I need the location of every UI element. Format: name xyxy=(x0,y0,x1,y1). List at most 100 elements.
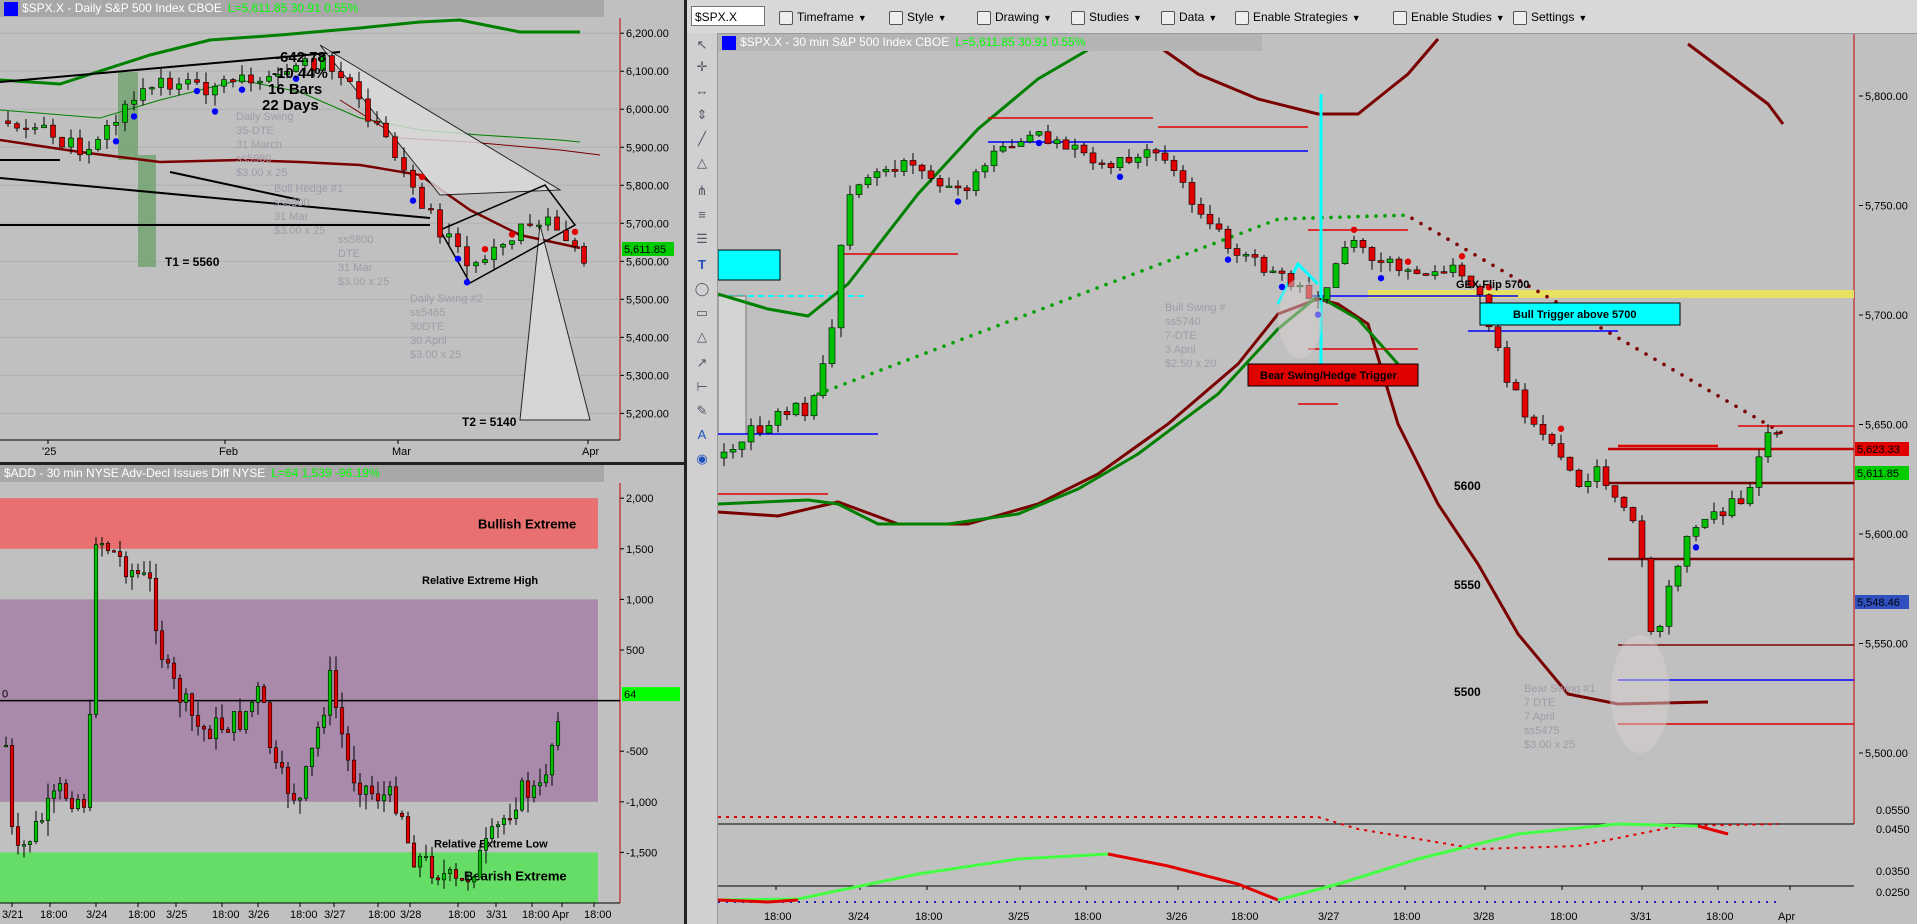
candle-body xyxy=(1584,481,1592,487)
candle-body xyxy=(1503,347,1511,383)
daily-chart-svg[interactable]: 6,200.00 6,100.00 6,000.00 5,900.00 5,800.00… xyxy=(0,0,684,462)
candle-body xyxy=(554,216,560,231)
font-tool-icon[interactable]: A xyxy=(694,427,710,443)
cursor-icon[interactable]: ↖ xyxy=(694,37,710,53)
intraday-symbol: $SPX.X xyxy=(740,35,783,49)
candle-body xyxy=(1017,141,1025,147)
candle-body xyxy=(113,121,119,126)
y-tick-label: 6,100.00 xyxy=(626,66,669,78)
candle-body xyxy=(171,662,177,679)
rectangle-tool-icon[interactable]: ▭ xyxy=(694,305,710,321)
trendline-icon[interactable]: ╱ xyxy=(694,131,710,147)
signal-dot-blue xyxy=(1278,283,1286,291)
channel-icon[interactable]: ≡ xyxy=(694,207,710,223)
candle-body xyxy=(455,233,461,248)
intraday-last: L=5,611.85 30.91 0.55% xyxy=(955,35,1086,49)
sma-dot xyxy=(1608,331,1612,335)
candle-body xyxy=(75,799,81,809)
pitchfork-icon[interactable]: ⋔ xyxy=(694,183,710,199)
measure-icon[interactable]: ⊢ xyxy=(694,379,710,395)
candle-body xyxy=(5,120,11,124)
candle-body xyxy=(273,747,279,763)
candle-body xyxy=(473,262,479,267)
sma-dot xyxy=(1338,215,1342,219)
symbol-input[interactable]: $SPX.X xyxy=(691,6,765,26)
add-chart-panel[interactable]: 2,000 1,500 1,000 500 -500 -1,000 -1,500 0 3/21 1… xyxy=(0,465,684,924)
drawing-menu[interactable]: Drawing ▼ xyxy=(977,8,1052,26)
ghost-annotation: ss5800 xyxy=(338,234,373,246)
move-icon[interactable]: ↔ xyxy=(694,83,710,99)
arrow-tool-icon[interactable]: ↗ xyxy=(694,355,710,371)
sma-dot xyxy=(1644,352,1648,356)
gex-label: GEX Flip 5700 xyxy=(1456,279,1529,291)
candle-body xyxy=(1764,432,1772,458)
x-tick-label: Apr xyxy=(582,446,599,458)
y-tick-label: 5,800.00 xyxy=(1865,91,1908,103)
intraday-chart-svg[interactable]: 5,800.00 5,750.00 5,700.00 5,650.00 5,600.00… xyxy=(718,34,1917,924)
symbol-color-square xyxy=(722,35,736,50)
candle-body xyxy=(810,395,818,417)
enable-studies-menu[interactable]: Enable Studies ▼ xyxy=(1393,8,1505,26)
candle-body xyxy=(1224,228,1232,249)
horizontal-separator[interactable] xyxy=(0,462,684,465)
triangle-tool-icon[interactable]: △ xyxy=(694,155,710,171)
add-chart-svg[interactable]: 2,000 1,500 1,000 500 -500 -1,000 -1,500 0 3/21 1… xyxy=(0,465,684,924)
settings-menu[interactable]: Settings ▼ xyxy=(1513,8,1587,26)
sma-dot xyxy=(1185,251,1189,256)
sma-dot xyxy=(1635,347,1639,351)
ruler-icon[interactable]: ⇕ xyxy=(694,107,710,123)
level-label: 5500 xyxy=(1454,685,1481,699)
candle-body xyxy=(111,550,117,553)
enable-strategies-menu[interactable]: Enable Strategies ▼ xyxy=(1235,8,1361,26)
intraday-chart-panel[interactable]: 5,800.00 5,750.00 5,700.00 5,650.00 5,600.00… xyxy=(718,34,1917,924)
chevron-down-icon: ▼ xyxy=(1133,13,1142,23)
x-tick-label: 3/31 xyxy=(486,909,507,921)
x-tick-label: 18:00 xyxy=(1393,911,1421,923)
ellipse-tool-icon[interactable]: ◯ xyxy=(694,281,710,297)
sma-dot xyxy=(1221,238,1225,242)
candle-body xyxy=(1116,157,1124,168)
style-menu[interactable]: Style ▼ xyxy=(889,8,947,26)
candle-body xyxy=(945,185,953,188)
timeframe-menu[interactable]: Timeframe ▼ xyxy=(779,8,867,26)
candle-body xyxy=(519,780,525,811)
sma-dot xyxy=(1446,237,1450,241)
sma-dot xyxy=(1122,275,1126,280)
candle-body xyxy=(1422,273,1430,276)
studies-menu[interactable]: Studies ▼ xyxy=(1071,8,1142,26)
candle-body xyxy=(1188,182,1196,205)
candle-body xyxy=(1728,498,1736,517)
sma-dot xyxy=(1743,409,1747,414)
candle-body xyxy=(165,659,171,664)
daily-chart-panel[interactable]: 6,200.00 6,100.00 6,000.00 5,900.00 5,800.00… xyxy=(0,0,684,462)
candle-body xyxy=(399,812,405,817)
candle-body xyxy=(117,551,123,557)
sma-dot xyxy=(897,361,901,366)
signal-dot-red xyxy=(418,173,426,181)
triangle-shape-icon[interactable]: △ xyxy=(694,329,710,345)
eye-icon[interactable]: ◉ xyxy=(694,451,710,467)
candle-body xyxy=(230,79,236,83)
data-menu[interactable]: Data ▼ xyxy=(1161,8,1217,26)
sma-dot xyxy=(1293,216,1297,221)
candle-body xyxy=(411,842,417,868)
add-chart-header: $ADD - 30 min NYSE Adv-Decl Issues Diff … xyxy=(0,465,604,482)
candle-body xyxy=(1512,382,1520,391)
crosshair-icon[interactable]: ✛ xyxy=(694,59,710,75)
sma-dot xyxy=(933,347,937,352)
sma-dot xyxy=(816,392,820,396)
candle-body xyxy=(261,686,267,703)
text-tool-icon[interactable]: T xyxy=(694,257,710,273)
sma-dot xyxy=(1698,383,1702,388)
candle-body xyxy=(1206,213,1214,225)
chevron-down-icon: ▼ xyxy=(937,13,947,23)
fib-icon[interactable]: ☰ xyxy=(694,231,710,247)
brush-icon[interactable]: ✎ xyxy=(694,403,710,419)
candle-body xyxy=(321,714,327,728)
x-tick-label: 3/24 xyxy=(86,909,107,921)
sma-dot xyxy=(1014,316,1018,321)
candle-body xyxy=(783,411,791,416)
candle-body xyxy=(1125,157,1133,163)
chevron-down-icon: ▼ xyxy=(1578,13,1588,23)
signal-dot-blue xyxy=(1116,173,1124,181)
